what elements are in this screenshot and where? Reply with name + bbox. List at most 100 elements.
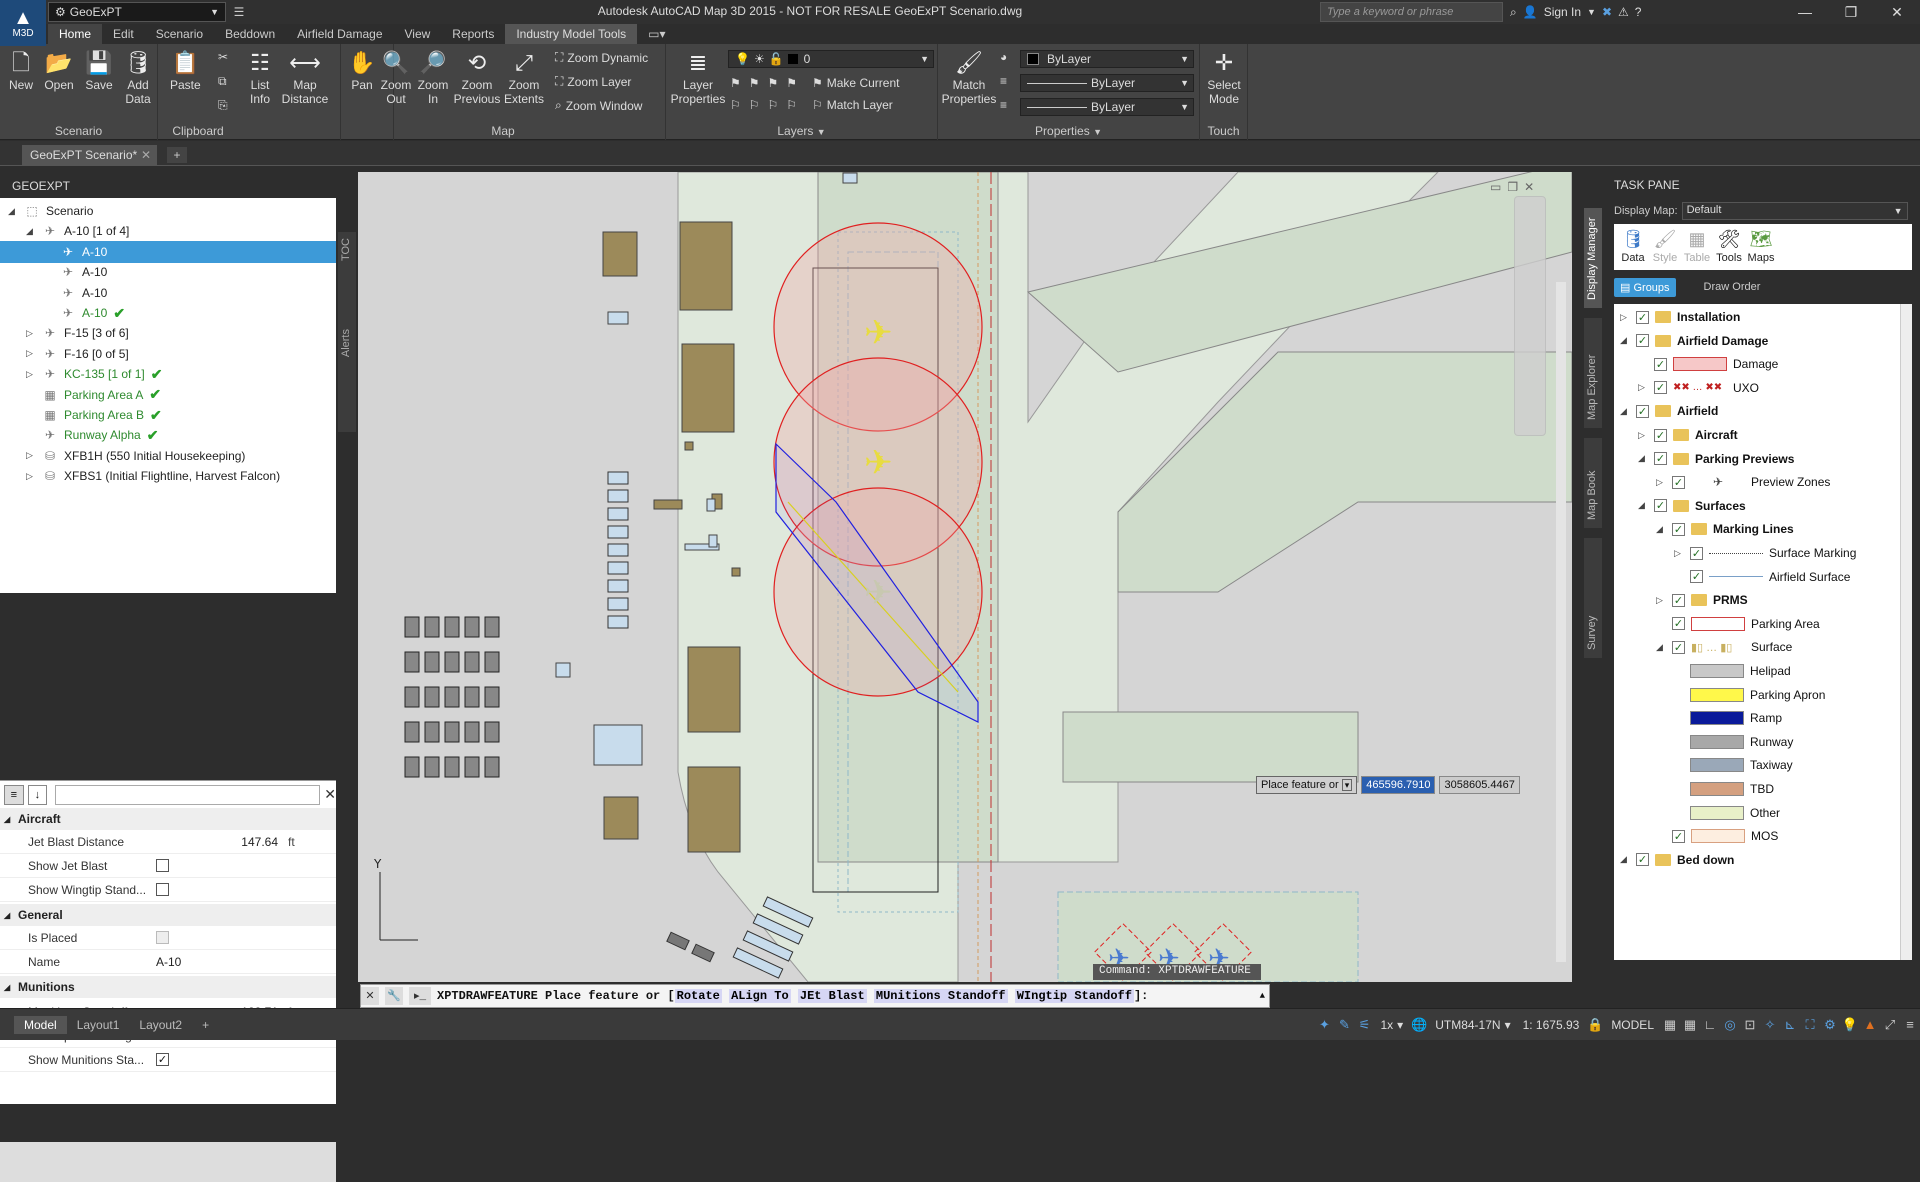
layer-visibility-checkbox[interactable]: ✓ bbox=[1636, 334, 1649, 348]
application-menu-button[interactable]: ▲ M3D bbox=[0, 0, 46, 46]
munitions-category[interactable]: ◢ Munitions bbox=[0, 976, 336, 998]
color-dropdown[interactable]: ByLayer ▼ bbox=[1020, 50, 1194, 68]
sign-in-area[interactable]: ⌕ 👤 Sign In ▼ ✖ ⚠ ? bbox=[1510, 2, 1641, 22]
coordinate-system[interactable]: UTM84-17N ▾ bbox=[1429, 1018, 1516, 1032]
navigation-bar[interactable] bbox=[1514, 196, 1546, 436]
tree-item[interactable]: ▦ Parking Area B ✔ bbox=[0, 404, 336, 426]
command-prompt-icon[interactable]: ▸_ bbox=[409, 987, 431, 1005]
ribbon-options-icon[interactable]: ▭▾ bbox=[637, 24, 676, 44]
layer-lock-icon[interactable]: ⚑ bbox=[786, 76, 797, 90]
qat-menu-icon[interactable]: ☰ bbox=[230, 3, 248, 21]
workspace-icon[interactable]: ⚙ bbox=[1820, 1015, 1840, 1035]
restore-icon[interactable]: ❐ bbox=[1828, 0, 1874, 24]
layer-item[interactable]: Runway bbox=[1674, 731, 1793, 753]
binoculars-icon[interactable]: ⌕ bbox=[1510, 5, 1517, 20]
expand-icon[interactable]: ▷ bbox=[26, 348, 36, 359]
tab-industry-model-tools[interactable]: Industry Model Tools bbox=[505, 24, 638, 44]
linetype-icon[interactable]: ≡ bbox=[1000, 74, 1007, 88]
layer-thaw-icon[interactable]: ⚐ bbox=[768, 98, 779, 112]
tree-item[interactable]: ▷ ✈ KC-135 [1 of 1] ✔ bbox=[0, 363, 336, 385]
toc-side-tab[interactable]: TOC bbox=[338, 232, 354, 267]
expand-icon[interactable]: ▷ bbox=[1638, 382, 1648, 393]
layer-item[interactable]: ◢ ✓ Surfaces bbox=[1638, 495, 1746, 517]
make-current-button[interactable]: ⚑ Make Current bbox=[812, 76, 899, 90]
zoom-layer-button[interactable]: ⛶ Zoom Layer bbox=[555, 74, 631, 89]
categorized-icon[interactable]: ≡ bbox=[4, 784, 24, 805]
isodraft-icon[interactable]: ✧ bbox=[1760, 1015, 1780, 1035]
show-wingtip-checkbox[interactable] bbox=[156, 883, 169, 896]
model-tab[interactable]: Model bbox=[14, 1015, 67, 1034]
table-tool-button[interactable]: ▦ Table bbox=[1682, 226, 1712, 268]
tree-item[interactable]: ▷ ✈ F-16 [0 of 5] bbox=[0, 343, 336, 365]
layer-freeze-icon[interactable]: ⚑ bbox=[768, 76, 779, 90]
layer-off-icon[interactable]: ⚑ bbox=[730, 76, 741, 90]
layer-visibility-checkbox[interactable]: ✓ bbox=[1672, 522, 1685, 536]
chevron-up-icon[interactable]: ▲ bbox=[1260, 991, 1265, 1001]
list-info-button[interactable]: ☷ List Info bbox=[246, 48, 274, 107]
lock-icon[interactable]: 🔒 bbox=[1585, 1015, 1605, 1035]
zoom-in-button[interactable]: 🔎 Zoom In bbox=[417, 48, 449, 107]
new-tab-button[interactable]: + bbox=[167, 147, 187, 163]
exchange-icon[interactable]: ✖ bbox=[1602, 5, 1612, 19]
tools-tool-button[interactable]: 🛠 Tools bbox=[1714, 226, 1744, 268]
fullscreen-icon[interactable]: ⤢ bbox=[1880, 1015, 1900, 1035]
map-book-tab[interactable]: Map Book bbox=[1584, 438, 1602, 528]
cut-icon[interactable]: ✂ bbox=[218, 50, 228, 64]
zoom-dynamic-button[interactable]: ⛶ Zoom Dynamic bbox=[555, 50, 648, 65]
tab-reports[interactable]: Reports bbox=[441, 24, 505, 44]
tree-item[interactable]: ✈ A-10 bbox=[0, 282, 336, 304]
layer-unisolate-icon[interactable]: ⚐ bbox=[749, 98, 760, 112]
layer-list-scrollbar[interactable] bbox=[1900, 304, 1912, 960]
lineweight-icon[interactable]: ≡ bbox=[1000, 98, 1007, 112]
layer-item[interactable]: ◢ ✓ Marking Lines bbox=[1656, 518, 1794, 540]
show-jet-blast-checkbox[interactable] bbox=[156, 859, 169, 872]
zoom-extents-button[interactable]: ⤢ Zoom Extents bbox=[503, 48, 545, 107]
ucs-icon[interactable]: ⊾ bbox=[1780, 1015, 1800, 1035]
customize-icon[interactable]: 🔧 bbox=[385, 987, 403, 1005]
aircraft-category[interactable]: ◢ Aircraft bbox=[0, 808, 336, 830]
map-explorer-tab[interactable]: Map Explorer bbox=[1584, 318, 1602, 428]
match-properties-button[interactable]: 🖌 Match Properties bbox=[942, 48, 997, 107]
collapse-icon[interactable]: ◢ bbox=[1620, 335, 1630, 346]
paste-button[interactable]: 📋 Paste bbox=[170, 48, 201, 93]
layer-item[interactable]: Ramp bbox=[1674, 707, 1782, 729]
save-button[interactable]: 💾 Save bbox=[84, 48, 114, 93]
performance-icon[interactable]: ▲ bbox=[1860, 1015, 1880, 1035]
sign-in-label[interactable]: Sign In bbox=[1544, 5, 1581, 19]
layers-panel-title[interactable]: Layers ▼ bbox=[666, 124, 937, 138]
select-mode-button[interactable]: ✛ Select Mode bbox=[1204, 48, 1244, 107]
linetype-dropdown[interactable]: ByLayer ▼ bbox=[1020, 74, 1194, 92]
close-command-line-icon[interactable]: ✕ bbox=[361, 987, 379, 1005]
maps-tool-button[interactable]: 🗺 Maps bbox=[1746, 226, 1776, 268]
options-arrow-icon[interactable]: ▾ bbox=[1341, 779, 1353, 791]
layer-visibility-checkbox[interactable]: ✓ bbox=[1654, 499, 1667, 513]
layer-visibility-checkbox[interactable]: ✓ bbox=[1654, 357, 1667, 371]
munitions-standoff-option[interactable]: MUnitions Standoff bbox=[873, 989, 1008, 1003]
collapse-icon[interactable]: ◢ bbox=[1638, 500, 1648, 511]
expand-icon[interactable]: ▷ bbox=[26, 450, 36, 461]
expand-icon[interactable]: ▷ bbox=[1620, 312, 1630, 323]
collapse-icon[interactable]: ◢ bbox=[1656, 524, 1666, 535]
data-tool-button[interactable]: 🛢 Data bbox=[1618, 226, 1648, 268]
collapse-icon[interactable]: ◢ bbox=[26, 226, 36, 237]
layer-item[interactable]: Helipad bbox=[1674, 660, 1791, 682]
expand-icon[interactable]: ▷ bbox=[26, 471, 36, 482]
polar-icon[interactable]: ◎ bbox=[1720, 1015, 1740, 1035]
layout1-tab[interactable]: Layout1 bbox=[67, 1016, 130, 1034]
layer-isolate-icon[interactable]: ⚑ bbox=[749, 76, 760, 90]
open-button[interactable]: 📂 Open bbox=[44, 48, 74, 93]
expand-icon[interactable]: ▷ bbox=[1656, 477, 1666, 488]
layer-item[interactable]: ◢ ✓ Bed down bbox=[1620, 849, 1734, 871]
zoom-window-button[interactable]: ⌕ Zoom Window bbox=[555, 98, 642, 113]
layer-item[interactable]: ▷ ✓ Surface Marking bbox=[1674, 542, 1856, 564]
account-icon[interactable]: ⚠ bbox=[1618, 5, 1629, 19]
y-coordinate-input[interactable]: 3058605.4467 bbox=[1439, 776, 1520, 794]
tree-item[interactable]: ▷ ⛁ XFB1H (550 Initial Housekeeping) bbox=[0, 445, 336, 467]
jet-blast-distance-row[interactable]: Jet Blast Distance 147.64 ft bbox=[0, 830, 336, 854]
tab-view[interactable]: View bbox=[394, 24, 442, 44]
layer-item[interactable]: Taxiway bbox=[1674, 754, 1793, 776]
minimize-icon[interactable]: ▭ bbox=[1490, 180, 1501, 200]
layer-item[interactable]: ◢ ✓ Parking Previews bbox=[1638, 448, 1794, 470]
layer-item[interactable]: ▷ ✓ Aircraft bbox=[1638, 424, 1738, 446]
model-space-button[interactable]: MODEL bbox=[1605, 1018, 1660, 1032]
